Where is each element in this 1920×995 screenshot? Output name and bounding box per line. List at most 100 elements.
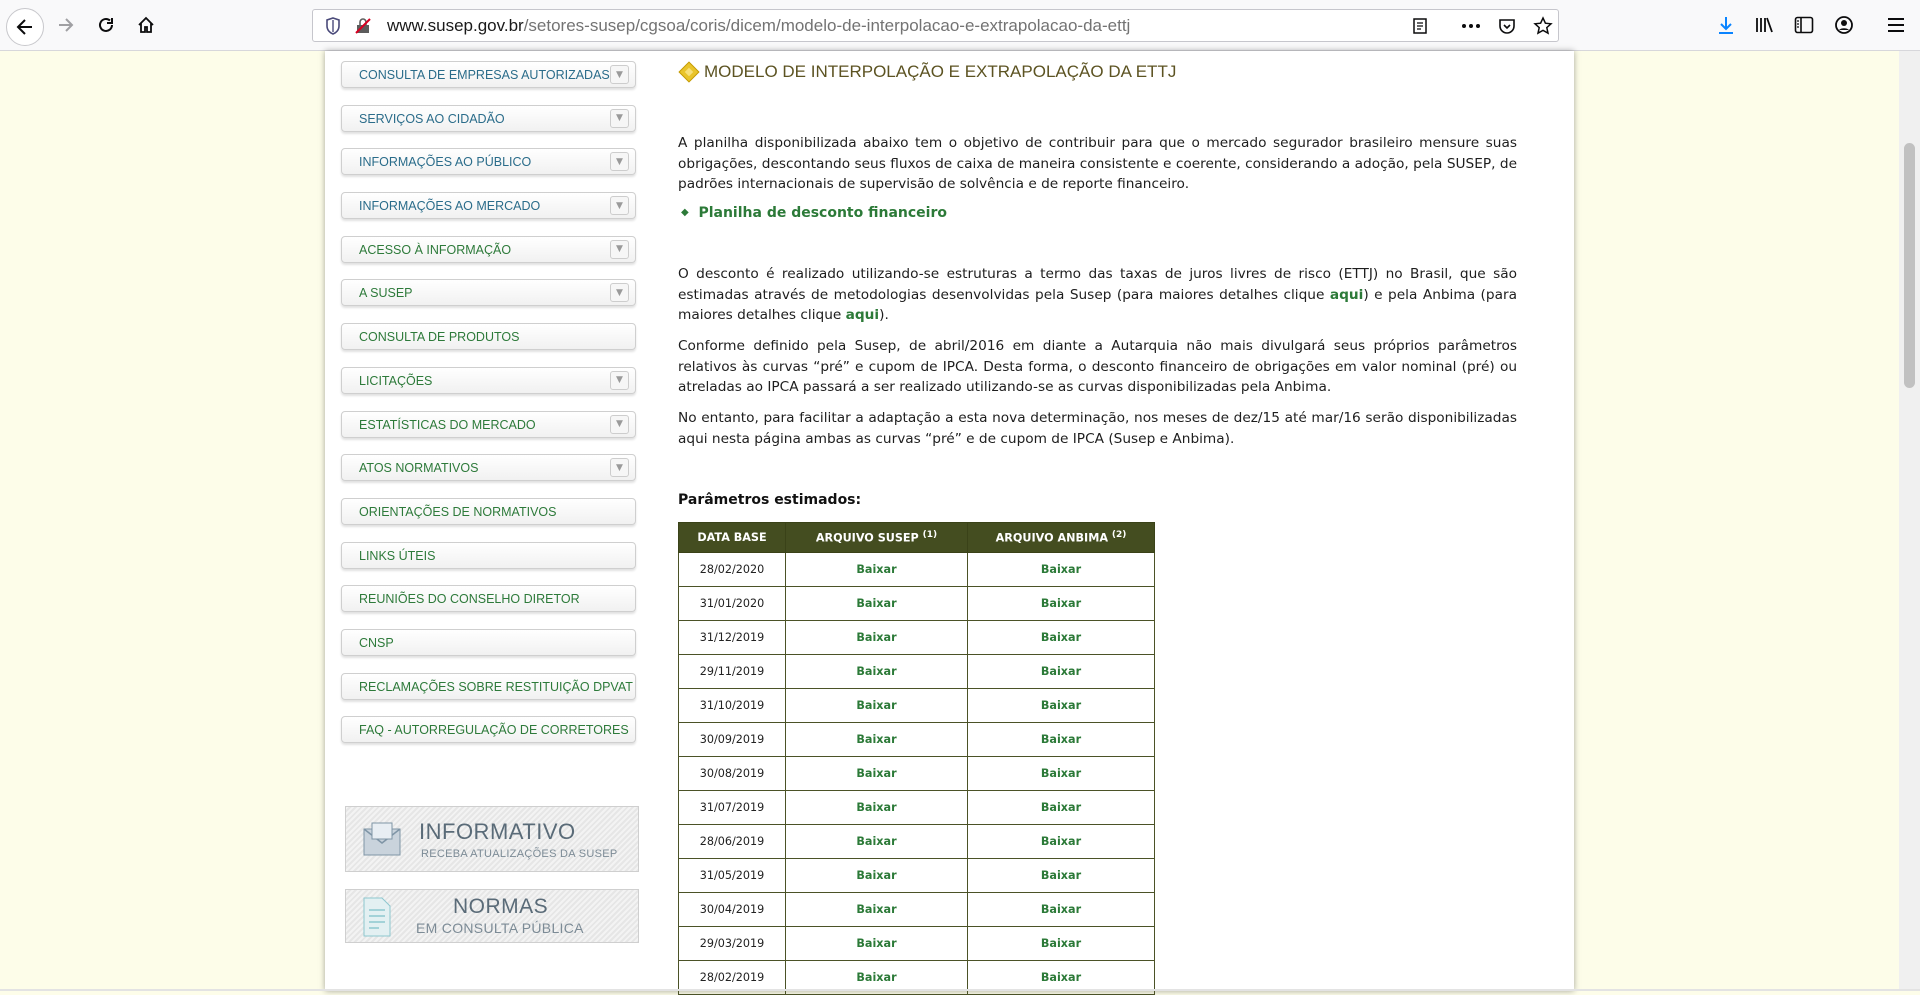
- chevron-down-icon[interactable]: ▼: [610, 152, 629, 172]
- susep-download-link[interactable]: Baixar: [785, 858, 968, 893]
- susep-download-link[interactable]: Baixar: [785, 756, 968, 791]
- spreadsheet-link[interactable]: ◆ Planilha de desconto financeiro: [681, 205, 947, 221]
- sidebar-item-label: ACESSO À INFORMAÇÃO: [359, 242, 512, 257]
- sidebar-item[interactable]: CNSP: [341, 628, 636, 656]
- reload-button[interactable]: [90, 9, 122, 41]
- anbima-download-link[interactable]: Baixar: [967, 688, 1155, 723]
- chevron-down-icon[interactable]: ▼: [610, 458, 629, 478]
- susep-download-link[interactable]: Baixar: [785, 620, 968, 655]
- reader-view-icon[interactable]: [1408, 14, 1432, 38]
- sidebar-item[interactable]: LINKS ÚTEIS: [341, 541, 636, 569]
- informativo-title: INFORMATIVO: [419, 819, 576, 844]
- informativo-banner[interactable]: INFORMATIVO RECEBA ATUALIZAÇÕES DA SUSEP: [345, 806, 639, 872]
- table-row: 28/06/2019 Baixar Baixar: [678, 824, 1155, 859]
- page-title: MODELO DE INTERPOLAÇÃO E EXTRAPOLAÇÃO DA…: [704, 62, 1177, 81]
- sidebar-item[interactable]: ESTATÍSTICAS DO MERCADO ▼: [341, 410, 636, 438]
- chevron-down-icon[interactable]: ▼: [610, 65, 629, 84]
- page-scrollbar[interactable]: [1899, 51, 1920, 991]
- anbima-download-link[interactable]: Baixar: [967, 552, 1155, 587]
- anbima-download-link[interactable]: Baixar: [967, 892, 1155, 927]
- url-path: /setores-susep/cgsoa/coris/dicem/modelo-…: [523, 16, 1131, 35]
- back-button[interactable]: [6, 8, 44, 46]
- sidebar-item[interactable]: INFORMAÇÕES AO MERCADO ▼: [341, 192, 636, 220]
- date-cell: 28/06/2019: [678, 824, 786, 859]
- anbima-download-link[interactable]: Baixar: [967, 756, 1155, 791]
- chevron-down-icon[interactable]: ▼: [610, 414, 629, 434]
- more-actions-icon[interactable]: [1459, 14, 1483, 38]
- account-button[interactable]: [1828, 9, 1860, 41]
- intro-paragraph: A planilha disponibilizada abaixo tem o …: [678, 133, 1517, 195]
- table-row: 31/05/2019 Baixar Baixar: [678, 858, 1155, 893]
- sidebar-item[interactable]: REUNIÕES DO CONSELHO DIRETOR: [341, 585, 636, 613]
- table-row: 31/01/2020 Baixar Baixar: [678, 586, 1155, 621]
- url-text[interactable]: www.susep.gov.br/setores-susep/cgsoa/cor…: [387, 16, 1130, 36]
- chevron-down-icon[interactable]: ▼: [610, 239, 629, 259]
- sidebar-item[interactable]: RECLAMAÇÕES SOBRE RESTITUIÇÃO DPVAT: [341, 672, 636, 700]
- sidebar-item[interactable]: LICITAÇÕES ▼: [341, 366, 636, 394]
- pocket-icon[interactable]: [1495, 14, 1519, 38]
- sidebar-item[interactable]: INFORMAÇÕES AO PÚBLICO ▼: [341, 148, 636, 176]
- susep-download-link[interactable]: Baixar: [785, 552, 968, 587]
- date-cell: 31/01/2020: [678, 586, 786, 621]
- bookmark-star-icon[interactable]: [1531, 14, 1555, 38]
- library-button[interactable]: [1748, 9, 1780, 41]
- table-row: 30/04/2019 Baixar Baixar: [678, 892, 1155, 927]
- p2-text-c: ).: [879, 307, 889, 323]
- browser-toolbar: www.susep.gov.br/setores-susep/cgsoa/cor…: [0, 0, 1920, 51]
- table-row: 28/02/2020 Baixar Baixar: [678, 552, 1155, 587]
- anbima-download-link[interactable]: Baixar: [967, 926, 1155, 961]
- anbima-download-link[interactable]: Baixar: [967, 824, 1155, 859]
- anbima-download-link[interactable]: Baixar: [967, 620, 1155, 655]
- forward-button[interactable]: [50, 9, 82, 41]
- anbima-methodology-link[interactable]: aqui: [846, 307, 879, 323]
- susep-download-link[interactable]: Baixar: [785, 688, 968, 723]
- susep-download-link[interactable]: Baixar: [785, 824, 968, 859]
- anbima-download-link[interactable]: Baixar: [967, 654, 1155, 689]
- susep-download-link[interactable]: Baixar: [785, 586, 968, 621]
- anbima-download-link[interactable]: Baixar: [967, 586, 1155, 621]
- anbima-download-link[interactable]: Baixar: [967, 722, 1155, 757]
- shield-icon[interactable]: [321, 14, 345, 38]
- sidebar-item-label: LICITAÇÕES: [359, 373, 433, 388]
- sidebar-item-label: FAQ - AUTORREGULAÇÃO DE CORRETORES: [359, 723, 629, 738]
- scrollbar-thumb[interactable]: [1904, 143, 1915, 388]
- url-bar[interactable]: www.susep.gov.br/setores-susep/cgsoa/cor…: [312, 9, 1559, 42]
- susep-download-link[interactable]: Baixar: [785, 892, 968, 927]
- date-cell: 29/11/2019: [678, 654, 786, 689]
- sidebar-button[interactable]: [1788, 9, 1820, 41]
- chevron-down-icon[interactable]: ▼: [610, 196, 629, 216]
- sidebar-item[interactable]: ACESSO À INFORMAÇÃO ▼: [341, 235, 636, 263]
- arrow-left-icon: [16, 19, 32, 35]
- susep-download-link[interactable]: Baixar: [785, 722, 968, 757]
- table-row: 29/11/2019 Baixar Baixar: [678, 654, 1155, 689]
- diamond-bullet-icon: [678, 61, 700, 83]
- menu-button[interactable]: [1880, 9, 1912, 41]
- sidebar-item[interactable]: ORIENTAÇÕES DE NORMATIVOS: [341, 497, 636, 525]
- page-title-wrap: MODELO DE INTERPOLAÇÃO E EXTRAPOLAÇÃO DA…: [678, 61, 1176, 83]
- normas-subtitle: EM CONSULTA PÚBLICA: [416, 920, 584, 936]
- insecure-lock-icon[interactable]: [351, 14, 375, 38]
- susep-download-link[interactable]: Baixar: [785, 654, 968, 689]
- chevron-down-icon[interactable]: ▼: [610, 283, 629, 303]
- sidebar-item[interactable]: FAQ - AUTORREGULAÇÃO DE CORRETORES: [341, 716, 636, 744]
- susep-methodology-link[interactable]: aqui: [1330, 287, 1363, 303]
- sidebar-item[interactable]: SERVIÇOS AO CIDADÃO ▼: [341, 104, 636, 132]
- susep-download-link[interactable]: Baixar: [785, 926, 968, 961]
- downloads-button[interactable]: [1710, 9, 1742, 41]
- sidebar-item-label: INFORMAÇÕES AO PÚBLICO: [359, 155, 532, 170]
- chevron-down-icon[interactable]: ▼: [610, 370, 629, 390]
- sidebar-item-label: LINKS ÚTEIS: [359, 548, 436, 563]
- anbima-download-link[interactable]: Baixar: [967, 858, 1155, 893]
- normas-banner[interactable]: NORMAS EM CONSULTA PÚBLICA: [345, 889, 639, 943]
- susep-download-link[interactable]: Baixar: [785, 790, 968, 825]
- home-button[interactable]: [130, 9, 162, 41]
- date-cell: 31/05/2019: [678, 858, 786, 893]
- anbima-download-link[interactable]: Baixar: [967, 790, 1155, 825]
- sidebar-item[interactable]: A SUSEP ▼: [341, 279, 636, 307]
- sidebar-item[interactable]: CONSULTA DE EMPRESAS AUTORIZADAS ▼: [341, 61, 636, 88]
- table-row: 31/12/2019 Baixar Baixar: [678, 620, 1155, 655]
- sidebar-item[interactable]: CONSULTA DE PRODUTOS: [341, 323, 636, 351]
- sidebar-item[interactable]: ATOS NORMATIVOS ▼: [341, 454, 636, 482]
- library-icon: [1756, 17, 1773, 33]
- chevron-down-icon[interactable]: ▼: [610, 108, 629, 128]
